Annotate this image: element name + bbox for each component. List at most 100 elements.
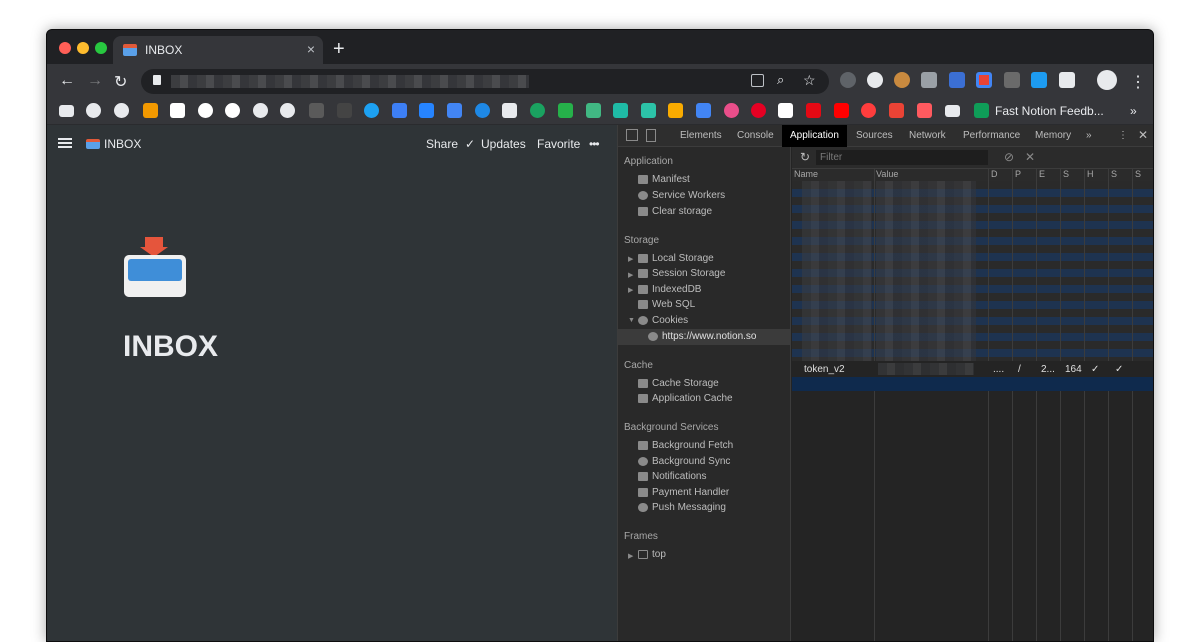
s-extension-icon[interactable] <box>1031 72 1047 88</box>
sidebar-item-background-fetch[interactable]: Background Fetch <box>638 440 733 451</box>
breadcrumb[interactable]: INBOX <box>104 137 141 151</box>
medium-icon[interactable] <box>170 103 185 118</box>
tab-performance[interactable]: Performance <box>963 130 1020 141</box>
filter-input[interactable]: Filter <box>816 150 988 165</box>
extension-icon-5[interactable] <box>949 72 965 88</box>
bookmark-icon-9[interactable] <box>309 103 324 118</box>
bookmark-icon-2[interactable] <box>114 103 129 118</box>
sidebar-item-manifest[interactable]: Manifest <box>638 174 690 185</box>
sidebar-item-background-sync[interactable]: Background Sync <box>638 456 730 467</box>
sidebar-item-session-storage[interactable]: Session Storage <box>638 268 725 279</box>
sheets-icon[interactable] <box>974 103 989 118</box>
expand-arrow-icon[interactable]: ▶ <box>628 271 633 279</box>
column-name[interactable]: Name <box>794 169 818 179</box>
netflix-icon[interactable] <box>806 103 821 118</box>
sidebar-item-cookie-origin[interactable]: https://www.notion.so <box>648 331 757 342</box>
bookmark-icon-23[interactable] <box>696 103 711 118</box>
sidebar-item-web-sql[interactable]: Web SQL <box>638 299 695 310</box>
column-value[interactable]: Value <box>876 169 898 179</box>
tab-sources[interactable]: Sources <box>856 130 893 141</box>
tab-elements[interactable]: Elements <box>680 130 722 141</box>
vue-icon[interactable] <box>586 103 601 118</box>
sidebar-item-notifications[interactable]: Notifications <box>638 471 706 482</box>
expand-arrow-icon[interactable]: ▶ <box>628 255 633 263</box>
sidebar-item-service-workers[interactable]: Service Workers <box>638 190 725 201</box>
expand-arrow-icon[interactable]: ▶ <box>628 552 633 560</box>
selected-empty-row[interactable] <box>792 377 1153 391</box>
bookmark-icon-21[interactable] <box>641 103 656 118</box>
delete-selected-icon[interactable]: ✕ <box>1025 150 1035 164</box>
sidebar-item-local-storage[interactable]: Local Storage <box>638 253 714 264</box>
extension-icon-1[interactable] <box>840 72 856 88</box>
profile-avatar[interactable] <box>1097 70 1117 90</box>
extension-icon-2[interactable] <box>867 72 883 88</box>
devtools-close-icon[interactable]: ✕ <box>1138 128 1148 142</box>
bookmark-icon-18[interactable] <box>558 103 573 118</box>
sidebar-item-frame-top[interactable]: top <box>638 549 666 560</box>
collapse-arrow-icon[interactable]: ▼ <box>628 317 635 324</box>
bookmark-icon-17[interactable] <box>530 103 545 118</box>
column-secure[interactable]: S <box>1111 169 1117 179</box>
tab-inbox[interactable]: INBOX × <box>113 36 323 64</box>
menu-kebab-icon[interactable]: ⋮ <box>1130 72 1146 92</box>
reload-icon[interactable]: ↻ <box>114 72 127 92</box>
twitter-icon[interactable] <box>364 103 379 118</box>
pinterest-icon[interactable] <box>751 103 766 118</box>
hamburger-menu-icon[interactable] <box>58 138 72 148</box>
sidebar-item-cookies[interactable]: Cookies <box>638 315 688 326</box>
tab-console[interactable]: Console <box>737 130 774 141</box>
bookmark-icon-15[interactable] <box>475 103 490 118</box>
column-size[interactable]: S <box>1063 169 1069 179</box>
google-extension-icon[interactable] <box>976 72 992 88</box>
device-toolbar-icon[interactable] <box>646 129 656 142</box>
folder-icon[interactable] <box>59 105 74 117</box>
expand-arrow-icon[interactable]: ▶ <box>628 286 633 294</box>
back-icon[interactable]: ← <box>59 72 75 90</box>
column-domain[interactable]: D <box>991 169 998 179</box>
tab-network[interactable]: Network <box>909 130 946 141</box>
bookmarks-overflow-icon[interactable]: » <box>1130 104 1137 118</box>
extension-icon-9[interactable] <box>1059 72 1075 88</box>
bookmark-fast-notion-feedback[interactable]: Fast Notion Feedb... <box>995 104 1104 118</box>
youtube-icon[interactable] <box>834 103 849 118</box>
tab-memory[interactable]: Memory <box>1035 130 1071 141</box>
bookmark-icon-10[interactable] <box>337 103 352 118</box>
sidebar-item-payment-handler[interactable]: Payment Handler <box>638 487 729 498</box>
column-path[interactable]: P <box>1015 169 1021 179</box>
bookmark-icon-6[interactable] <box>225 103 240 118</box>
bookmark-icon-20[interactable] <box>613 103 628 118</box>
zoom-icon[interactable]: ⌕ <box>777 72 784 88</box>
column-expires[interactable]: E <box>1039 169 1045 179</box>
column-samesite[interactable]: S <box>1135 169 1141 179</box>
bookmark-icon-12[interactable] <box>392 103 407 118</box>
bookmark-icon-24[interactable] <box>724 103 739 118</box>
column-httponly[interactable]: H <box>1087 169 1094 179</box>
bookmark-icon-5[interactable] <box>198 103 213 118</box>
cookie-extension-icon[interactable] <box>894 72 910 88</box>
close-window-button[interactable] <box>59 42 71 54</box>
github-icon-2[interactable] <box>280 103 295 118</box>
new-tab-button[interactable]: + <box>333 38 345 61</box>
sidebar-item-clear-storage[interactable]: Clear storage <box>638 206 712 217</box>
clear-all-icon[interactable]: ⊘ <box>1004 150 1014 164</box>
address-bar[interactable]: ⌕ ☆ <box>141 69 829 94</box>
bookmark-icon-29[interactable] <box>861 103 876 118</box>
sidebar-item-application-cache[interactable]: Application Cache <box>638 393 733 404</box>
forward-icon[interactable]: → <box>87 72 103 90</box>
calendar-icon[interactable] <box>447 103 462 118</box>
devtools-menu-icon[interactable]: ⋮ <box>1118 130 1128 141</box>
sidebar-item-indexeddb[interactable]: IndexedDB <box>638 284 701 295</box>
gmail-icon[interactable] <box>889 103 904 118</box>
page-icon-inbox-tray[interactable] <box>124 237 186 297</box>
updates-button[interactable]: Updates <box>481 137 526 151</box>
refresh-icon[interactable]: ↻ <box>800 150 810 164</box>
translate-icon[interactable] <box>751 74 764 87</box>
favorite-button[interactable]: Favorite <box>537 137 580 151</box>
minimize-window-button[interactable] <box>77 42 89 54</box>
share-button[interactable]: Share <box>426 137 458 151</box>
github-icon[interactable] <box>253 103 268 118</box>
bookmark-icon-3[interactable] <box>143 103 158 118</box>
bookmark-star-icon[interactable]: ☆ <box>803 72 816 89</box>
bookmark-icon-16[interactable] <box>502 103 517 118</box>
inspect-element-icon[interactable] <box>626 129 638 141</box>
